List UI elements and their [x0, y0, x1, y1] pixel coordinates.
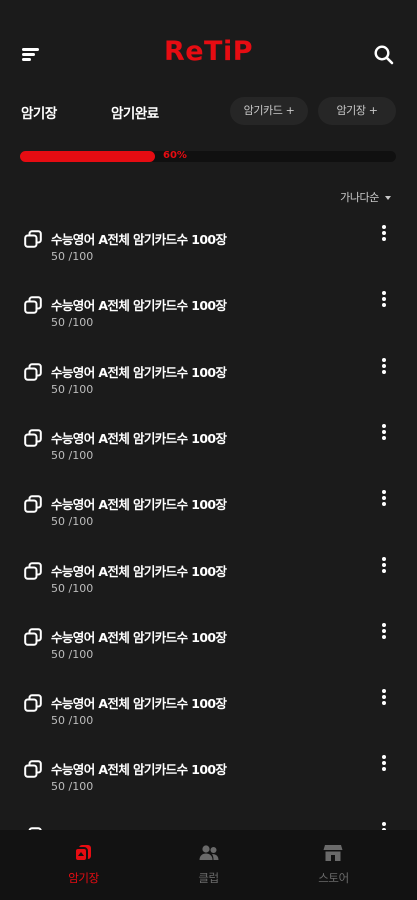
list-item[interactable]: 수능영어 A전체 암기카드수 100장 50 /100	[0, 477, 417, 543]
more-options-icon[interactable]	[376, 821, 392, 830]
more-options-icon[interactable]	[376, 489, 392, 511]
item-title: 수능영어 A전체 암기카드수 100장	[51, 696, 227, 711]
cards-icon	[24, 363, 42, 381]
list-item[interactable]: 수능영어 A전체 암기카드수 100장 50 /100	[0, 278, 417, 344]
item-count: 50 /100	[51, 250, 94, 263]
nav-deck-label: 암기장	[68, 871, 99, 885]
item-count: 50 /100	[51, 780, 94, 793]
app-logo: ReTiP	[163, 36, 254, 67]
item-count: 50 /100	[51, 515, 94, 528]
nav-club[interactable]: 클럽	[139, 830, 278, 900]
list-item[interactable]: 수능영어 A전체 암기카드수 100장 50 /100	[0, 411, 417, 477]
cards-icon	[24, 562, 42, 580]
sort-dropdown[interactable]: 가나다순	[340, 189, 391, 205]
cards-icon	[24, 694, 42, 712]
nav-deck[interactable]: 암기장	[14, 830, 153, 900]
tab-done[interactable]: 암기완료	[111, 102, 159, 122]
more-options-icon[interactable]	[376, 423, 392, 445]
item-title: 수능영어 A전체 암기카드수 100장	[51, 564, 227, 579]
add-card-button[interactable]: 암기카드 +	[230, 97, 308, 125]
cards-icon	[24, 495, 42, 513]
nav-club-label: 클럽	[198, 871, 219, 885]
tabs-row: 암기장 암기완료 암기카드 + 암기장 +	[0, 96, 417, 128]
item-count: 50 /100	[51, 648, 94, 661]
item-count: 50 /100	[51, 316, 94, 329]
progress-bar: 60%	[20, 150, 396, 162]
club-icon	[199, 845, 219, 860]
list-item[interactable]: 수능영어 A전체 암기카드수 100장 50 /100	[0, 742, 417, 808]
cards-icon	[24, 760, 42, 778]
cards-icon	[24, 230, 42, 248]
item-title: 수능영어 A전체 암기카드수 100장	[51, 298, 227, 313]
item-count: 50 /100	[51, 383, 94, 396]
more-options-icon[interactable]	[376, 556, 392, 578]
list-item[interactable]: 수능영어 A전체 암기카드수 100장 50 /100	[0, 345, 417, 411]
progress-percent: 60%	[163, 150, 187, 161]
list-item[interactable]: 수능영어 A전체 암기카드수 100장 50 /100	[0, 544, 417, 610]
item-title: 수능영어 A전체 암기카드수 100장	[51, 232, 227, 247]
cards-icon	[24, 628, 42, 646]
item-title: 수능영어 A전체 암기카드수 100장	[51, 497, 227, 512]
more-options-icon[interactable]	[376, 688, 392, 710]
app-header: ReTiP	[0, 0, 417, 90]
more-options-icon[interactable]	[376, 357, 392, 379]
item-count: 50 /100	[51, 714, 94, 727]
nav-store[interactable]: 스토어	[264, 830, 403, 900]
more-options-icon[interactable]	[376, 224, 392, 246]
cards-icon	[24, 429, 42, 447]
add-deck-button[interactable]: 암기장 +	[318, 97, 396, 125]
progress-fill	[20, 151, 155, 162]
bottom-nav: 암기장 클럽 스토어	[0, 830, 417, 900]
item-count: 50 /100	[51, 582, 94, 595]
list-item[interactable]: 수능영어 A전체 암기카드수 100장 50 /100	[0, 610, 417, 676]
list-item[interactable]: 수능영어 A전체 암기카드수 100장50 /100	[0, 809, 417, 830]
chevron-down-icon	[385, 196, 391, 200]
more-options-icon[interactable]	[376, 290, 392, 312]
item-title: 수능영어 A전체 암기카드수 100장	[51, 762, 227, 777]
cards-icon	[24, 296, 42, 314]
list-item[interactable]: 수능영어 A전체 암기카드수 100장 50 /100	[0, 676, 417, 742]
deck-icon	[74, 845, 91, 862]
deck-list: 수능영어 A전체 암기카드수 100장 50 /100 수능영어 A전체 암기카드수…	[0, 212, 417, 830]
tab-deck[interactable]: 암기장	[21, 102, 57, 122]
item-count: 50 /100	[51, 449, 94, 462]
search-icon[interactable]	[373, 44, 395, 66]
sort-label: 가나다순	[340, 191, 379, 204]
item-title: 수능영어 A전체 암기카드수 100장	[51, 365, 227, 380]
item-title: 수능영어 A전체 암기카드수 100장	[51, 431, 227, 446]
more-options-icon[interactable]	[376, 754, 392, 776]
nav-store-label: 스토어	[318, 871, 349, 885]
list-item[interactable]: 수능영어 A전체 암기카드수 100장 50 /100	[0, 212, 417, 278]
item-title: 수능영어 A전체 암기카드수 100장	[51, 630, 227, 645]
store-icon	[323, 845, 343, 861]
more-options-icon[interactable]	[376, 622, 392, 644]
